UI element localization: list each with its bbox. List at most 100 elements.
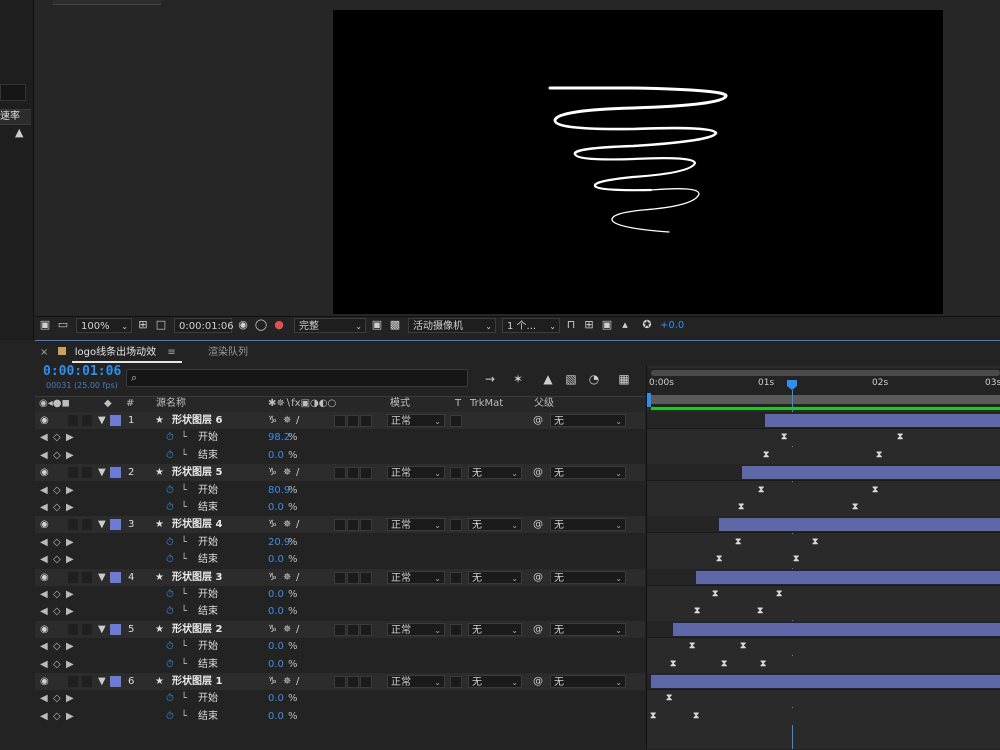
layer-name[interactable]: 形状图层 2 (172, 621, 222, 638)
keyframe-marker[interactable]: ⧗ (793, 554, 799, 564)
keyframe-marker[interactable]: ⧗ (670, 659, 676, 669)
camera-view-dropdown[interactable]: 活动摄像机 ⌄ (408, 318, 496, 333)
label-color-swatch[interactable] (110, 467, 121, 479)
lock-toggle[interactable] (82, 467, 92, 479)
lock-toggle[interactable] (82, 519, 92, 531)
stopwatch-icon[interactable]: ⏱ (166, 429, 174, 446)
keyframe-marker[interactable]: ⧗ (757, 606, 763, 616)
stopwatch-icon[interactable]: ⏱ (166, 482, 174, 499)
hierarchy-icon[interactable]: ▲ (15, 126, 23, 139)
switch-box[interactable] (360, 676, 372, 688)
trkmat-dropdown[interactable]: 无 ⌄ (468, 466, 522, 480)
parent-dropdown[interactable]: 无 ⌄ (550, 518, 626, 532)
solo-toggle[interactable] (68, 415, 78, 426)
expand-arrow-icon[interactable]: ▼ (98, 621, 106, 638)
keyframe-marker[interactable]: ⧗ (693, 711, 699, 721)
parent-dropdown[interactable]: 无 ⌄ (550, 570, 626, 584)
layer-duration-bar[interactable] (651, 675, 1000, 688)
add-keyframe-icon[interactable]: ◇ (53, 708, 61, 725)
switch-box[interactable] (360, 467, 372, 480)
transparency-grid-icon[interactable]: ▩ (388, 318, 402, 332)
property-value[interactable]: 0.0 (268, 603, 284, 620)
timeline-icon[interactable]: ▣ (600, 318, 614, 332)
keyframe-marker[interactable]: ⧗ (716, 554, 722, 564)
shy-layers-icon[interactable]: ▲ (540, 372, 556, 386)
parent-dropdown[interactable]: 无 ⌄ (550, 414, 626, 427)
preserve-transparency-box[interactable] (450, 415, 462, 427)
add-keyframe-icon[interactable]: ◇ (53, 690, 61, 707)
switch-box[interactable] (360, 623, 372, 636)
prev-keyframe-icon[interactable]: ◀ (40, 656, 48, 673)
collapse-switch-icon[interactable]: ✵ (283, 464, 291, 481)
next-keyframe-icon[interactable]: ▶ (66, 708, 74, 725)
switches-icon[interactable]: ✱✵∖fx▣◑◐○ (268, 397, 336, 411)
expand-arrow-icon[interactable]: ▼ (98, 516, 106, 533)
preserve-transparency-box[interactable] (450, 623, 462, 636)
keyframe-marker[interactable]: ⧗ (876, 450, 882, 460)
prev-keyframe-icon[interactable]: ◀ (40, 499, 48, 516)
property-value[interactable]: 0.0 (268, 656, 284, 673)
add-keyframe-icon[interactable]: ◇ (53, 534, 61, 551)
show-snapshot-icon[interactable]: ◯ (254, 318, 268, 332)
property-value[interactable]: 0.0 (268, 551, 284, 568)
keyframe-marker[interactable]: ⧗ (689, 641, 695, 651)
keyframe-marker[interactable]: ⧗ (758, 485, 764, 495)
exposure-icon[interactable]: ✪ (640, 318, 654, 332)
label-color-swatch[interactable] (110, 415, 121, 426)
render-queue-tab[interactable]: 渲染队列 (208, 345, 248, 361)
property-value[interactable]: 0.0 (268, 586, 284, 603)
col-mode[interactable]: 模式 (390, 397, 410, 411)
stopwatch-icon[interactable]: ⏱ (166, 551, 174, 568)
comp-mini-flowchart-icon[interactable]: → (482, 372, 498, 386)
quality-switch-icon[interactable]: / (296, 673, 299, 690)
visibility-eye-icon[interactable]: ◉ (40, 621, 49, 638)
mode-dropdown[interactable]: 正常 ⌄ (387, 675, 445, 688)
stopwatch-icon[interactable]: ⏱ (166, 708, 174, 725)
switch-box[interactable] (360, 571, 372, 584)
trkmat-dropdown[interactable]: 无 ⌄ (468, 622, 522, 636)
next-keyframe-icon[interactable]: ▶ (66, 499, 74, 516)
frame-blending-icon[interactable]: ▧ (563, 372, 579, 386)
collapse-switch-icon[interactable]: ✵ (283, 569, 291, 586)
av-features-icon[interactable]: ◉◂●◼ (39, 397, 70, 411)
quality-switch-icon[interactable]: / (296, 412, 299, 429)
layer-name[interactable]: 形状图层 5 (172, 464, 222, 481)
keyframe-marker[interactable]: ⧗ (740, 641, 746, 651)
switch-box[interactable] (360, 519, 372, 532)
lock-toggle[interactable] (82, 571, 92, 583)
switch-box[interactable] (334, 571, 346, 584)
keyframe-marker[interactable]: ⧗ (812, 537, 818, 547)
project-search-field[interactable] (0, 84, 26, 101)
switch-box[interactable] (347, 519, 359, 532)
quality-switch-icon[interactable]: / (296, 516, 299, 533)
label-icon[interactable]: ◆ (104, 397, 112, 411)
prev-keyframe-icon[interactable]: ◀ (40, 482, 48, 499)
switch-box[interactable] (334, 467, 346, 480)
solo-toggle[interactable] (68, 571, 78, 583)
keyframe-marker[interactable]: ⧗ (872, 485, 878, 495)
graph-icon[interactable]: └ (181, 499, 187, 516)
parent-dropdown[interactable]: 无 ⌄ (550, 466, 626, 480)
switch-box[interactable] (334, 415, 346, 427)
property-value[interactable]: 20.9 (268, 534, 290, 551)
collapse-switch-icon[interactable]: ✵ (283, 412, 291, 429)
quality-switch-icon[interactable]: / (296, 464, 299, 481)
expand-arrow-icon[interactable]: ▼ (98, 464, 106, 481)
collapse-switch-icon[interactable]: ✵ (283, 673, 291, 690)
parent-dropdown[interactable]: 无 ⌄ (550, 622, 626, 636)
close-icon[interactable]: × (40, 347, 48, 358)
keyframe-marker[interactable]: ⧗ (650, 711, 656, 721)
keyframe-marker[interactable]: ⧗ (738, 502, 744, 512)
col-t[interactable]: T (455, 397, 461, 411)
quality-switch-icon[interactable]: / (296, 621, 299, 638)
mode-dropdown[interactable]: 正常 ⌄ (387, 466, 445, 480)
mask-visibility-icon[interactable]: □ (154, 318, 168, 332)
solo-toggle[interactable] (68, 676, 78, 687)
solo-toggle[interactable] (68, 623, 78, 635)
add-keyframe-icon[interactable]: ◇ (53, 447, 61, 464)
flowchart-icon[interactable]: ▴ (618, 318, 632, 332)
switch-box[interactable] (360, 415, 372, 427)
camera-snapshot-icon[interactable]: ◉ (236, 318, 250, 332)
keyframe-marker[interactable]: ⧗ (735, 537, 741, 547)
add-keyframe-icon[interactable]: ◇ (53, 586, 61, 603)
